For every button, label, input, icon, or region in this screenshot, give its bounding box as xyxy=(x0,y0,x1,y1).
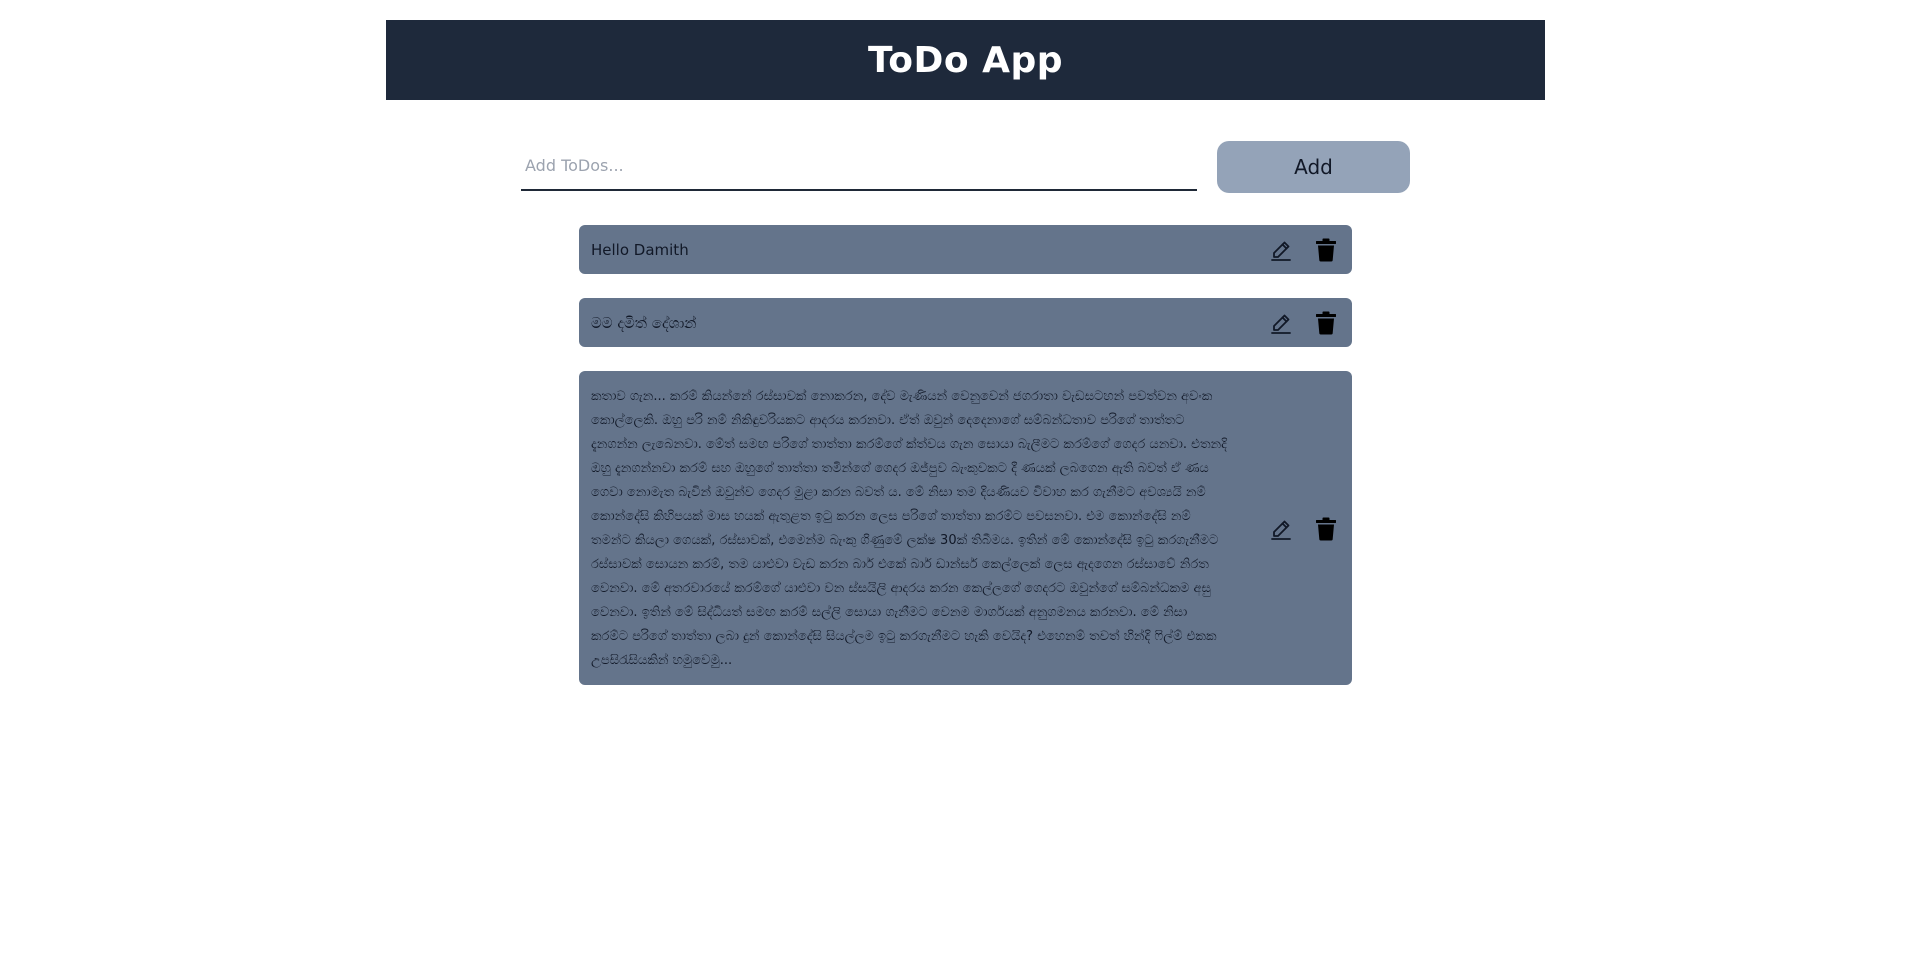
todo-actions xyxy=(1269,238,1340,262)
page-title: ToDo App xyxy=(867,39,1064,81)
todo-text: Hello Damith xyxy=(591,240,689,259)
trash-icon[interactable] xyxy=(1314,238,1338,262)
pencil-icon[interactable] xyxy=(1269,311,1293,335)
pencil-icon[interactable] xyxy=(1269,517,1293,541)
todo-actions xyxy=(1269,517,1340,541)
trash-icon[interactable] xyxy=(1314,517,1338,541)
pencil-icon[interactable] xyxy=(1269,238,1293,262)
todo-item: Hello Damith xyxy=(579,225,1352,274)
todo-list: Hello Damith මම දමිත් දේශාන් කතාව ගැන...… xyxy=(579,225,1352,709)
add-button[interactable]: Add xyxy=(1217,141,1410,193)
todo-text: මම දමිත් දේශාන් xyxy=(591,313,697,332)
app-header: ToDo App xyxy=(386,20,1545,100)
todo-item: මම දමිත් දේශාන් xyxy=(579,298,1352,347)
todo-item: කතාව ගැන... කරම් කියන්නේ රස්සාවක් නොකරන,… xyxy=(579,371,1352,685)
add-todo-form: Add xyxy=(521,141,1410,193)
add-todo-input[interactable] xyxy=(521,141,1197,191)
todo-actions xyxy=(1269,311,1340,335)
trash-icon[interactable] xyxy=(1314,311,1338,335)
todo-text: කතාව ගැන... කරම් කියන්නේ රස්සාවක් නොකරන,… xyxy=(591,389,1227,668)
